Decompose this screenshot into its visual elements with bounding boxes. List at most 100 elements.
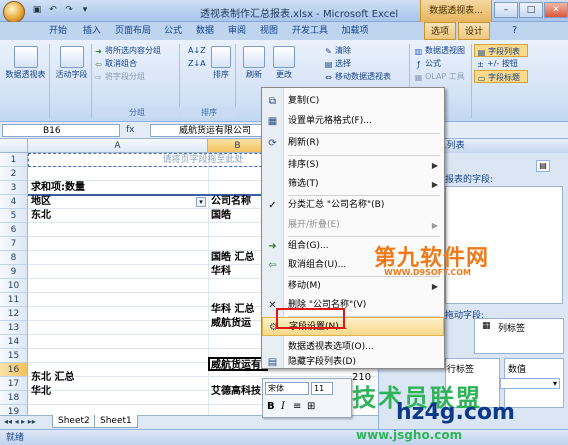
cell-b10[interactable]: 华科 <box>211 265 231 279</box>
tab-addins[interactable]: 加载项 <box>336 22 374 40</box>
olap-tools-button[interactable]: ▦ OLAP 工具 <box>412 70 471 83</box>
field-list-button[interactable]: ▤ 字段列表 <box>474 44 528 57</box>
tab-data[interactable]: 数据 <box>190 22 220 40</box>
row-header[interactable]: 18 <box>0 391 28 405</box>
pane-layout-button[interactable]: ▤ <box>536 160 550 172</box>
menu-item-subtotal[interactable]: ✓ 分类汇总 "公司名称"(B) <box>262 196 444 215</box>
row-header[interactable]: 10 <box>0 279 28 293</box>
group-field-button[interactable]: ⇨ 将字段分组 <box>94 70 179 83</box>
close-button[interactable]: ✕ <box>544 2 568 18</box>
cell-b5[interactable]: 国皓 <box>211 209 231 223</box>
status-ready: 就绪 <box>6 433 25 443</box>
active-field-button[interactable]: 活动字段 <box>52 46 91 80</box>
cell-b4[interactable]: 公司名称 <box>211 195 251 209</box>
tab-insert[interactable]: 插入 <box>76 22 108 40</box>
column-header-a[interactable]: A <box>28 139 208 153</box>
values-field-dropdown-icon[interactable]: ▾ <box>500 378 560 389</box>
sheet-nav-arrows[interactable]: ◂◂ ◂ ▸ ▸▸ <box>4 417 36 426</box>
menu-item-copy[interactable]: ⧉ 复制(C) <box>262 92 444 111</box>
select-all-corner[interactable] <box>0 139 28 153</box>
menu-item-filter[interactable]: 筛选(T) ▶ <box>262 175 444 194</box>
row-header[interactable]: 17 <box>0 377 28 391</box>
formula-button[interactable]: ƒ 公式 <box>412 57 471 70</box>
qat-dropdown-icon[interactable]: ▾ <box>78 3 92 17</box>
menu-item-format-cells[interactable]: ▦ 设置单元格格式(F)... <box>262 112 444 131</box>
row-header[interactable]: 8 <box>0 251 28 265</box>
row-header[interactable]: 1 <box>0 153 28 167</box>
row-header[interactable]: 16 <box>0 363 28 377</box>
menu-item-expand-collapse[interactable]: 展开/折叠(E) ▶ <box>262 216 444 235</box>
borders-icon[interactable]: ⊞ <box>307 401 315 412</box>
cell-b13[interactable]: 华科 汇总 <box>211 303 254 317</box>
sort-button[interactable]: 排序 <box>208 46 234 80</box>
save-icon[interactable]: ▣ <box>30 3 44 17</box>
font-size-box[interactable]: 11 <box>311 382 333 395</box>
cell-a3[interactable]: 求和项:数量 <box>31 181 85 195</box>
move-pivot-button[interactable]: ⇔ 移动数据透视表 <box>320 70 409 83</box>
row-header[interactable]: 3 <box>0 181 28 195</box>
row-header[interactable]: 6 <box>0 223 28 237</box>
filter-dropdown-icon[interactable]: ▾ <box>196 197 206 207</box>
row-header[interactable]: 12 <box>0 307 28 321</box>
font-name-box[interactable]: 宋体 <box>265 382 309 395</box>
tab-view[interactable]: 视图 <box>254 22 284 40</box>
help-icon[interactable]: ? <box>512 25 517 36</box>
cell-a18[interactable]: 华北 <box>31 385 51 399</box>
row-header[interactable]: 15 <box>0 349 28 363</box>
plus-minus-buttons-button[interactable]: ± +/- 按钮 <box>474 57 566 70</box>
name-box[interactable]: B16 <box>2 124 120 137</box>
row-header[interactable]: 14 <box>0 335 28 349</box>
formula-input[interactable]: 威航货运有限公司 <box>150 124 268 137</box>
cell-a17[interactable]: 东北 汇总 <box>31 371 74 385</box>
fx-icon[interactable]: fx <box>126 125 135 135</box>
tab-home[interactable]: 开始 <box>42 22 74 40</box>
cell-b9[interactable]: 国皓 汇总 <box>211 251 254 265</box>
minimize-button[interactable]: – <box>494 2 518 18</box>
clear-icon: ✎ <box>325 47 332 56</box>
tab-page-layout[interactable]: 页面布局 <box>110 22 156 40</box>
pivot-chart-button[interactable]: ▥ 数据透视图 <box>412 44 471 57</box>
menu-item-pivot-options[interactable]: 数据透视表选项(O)... <box>262 338 444 357</box>
ungroup-button[interactable]: ⇦ 取消组合 <box>94 57 179 70</box>
office-button[interactable] <box>3 1 25 23</box>
cell-b16-selected[interactable]: 威航货运有限公司 <box>208 357 268 371</box>
cell-b14[interactable]: 威航货运 <box>211 317 251 331</box>
change-data-source-button[interactable]: 更改 <box>270 46 298 80</box>
row-header[interactable]: 7 <box>0 237 28 251</box>
select-button[interactable]: ▤ 选择 <box>320 57 409 70</box>
sheet-tab-sheet1[interactable]: Sheet1 <box>94 415 138 428</box>
undo-icon[interactable]: ↶ <box>46 3 60 17</box>
cell-a4[interactable]: 地区 <box>31 195 205 209</box>
row-header[interactable]: 9 <box>0 265 28 279</box>
highlight-box <box>276 308 345 329</box>
cell-a5[interactable]: 东北 <box>31 209 51 223</box>
maximize-button[interactable]: □ <box>519 2 543 18</box>
align-center-icon[interactable]: ≡ <box>293 401 301 412</box>
row-header[interactable]: 4 <box>0 195 28 209</box>
tab-review[interactable]: 审阅 <box>222 22 252 40</box>
tab-design[interactable]: 设计 <box>458 22 490 40</box>
row-header[interactable]: 2 <box>0 167 28 181</box>
submenu-arrow-icon: ▶ <box>431 282 438 291</box>
pivot-table-button[interactable]: 数据透视表 <box>2 46 49 80</box>
tab-developer[interactable]: 开发工具 <box>286 22 334 40</box>
menu-item-move[interactable]: 移动(M) ▶ <box>262 277 444 296</box>
redo-icon[interactable]: ↷ <box>62 3 76 17</box>
tab-options[interactable]: 选项 <box>424 22 456 40</box>
row-header[interactable]: 13 <box>0 321 28 335</box>
row-header[interactable]: 5 <box>0 209 28 223</box>
clear-button[interactable]: ✎ 清除 <box>320 44 409 57</box>
sheet-tab-sheet2[interactable]: Sheet2 <box>52 415 96 428</box>
field-headers-button[interactable]: ▭ 字段标题 <box>474 70 528 83</box>
menu-item-hide-field-list[interactable]: ▤ 隐藏字段列表(D) <box>262 357 444 368</box>
bold-icon[interactable]: B <box>267 401 275 412</box>
italic-icon[interactable]: I <box>281 401 285 412</box>
menu-item-refresh[interactable]: ⟳ 刷新(R) <box>262 134 444 153</box>
row-header[interactable]: 11 <box>0 293 28 307</box>
group-selection-button[interactable]: ➜ 将所选内容分组 <box>94 44 179 57</box>
menu-item-sort[interactable]: 排序(S) ▶ <box>262 156 444 175</box>
refresh-button[interactable]: 刷新 <box>240 46 268 80</box>
cell-b18[interactable]: 艾德高科技 <box>211 385 261 399</box>
column-header-b[interactable]: B <box>208 139 268 153</box>
tab-formulas[interactable]: 公式 <box>158 22 188 40</box>
